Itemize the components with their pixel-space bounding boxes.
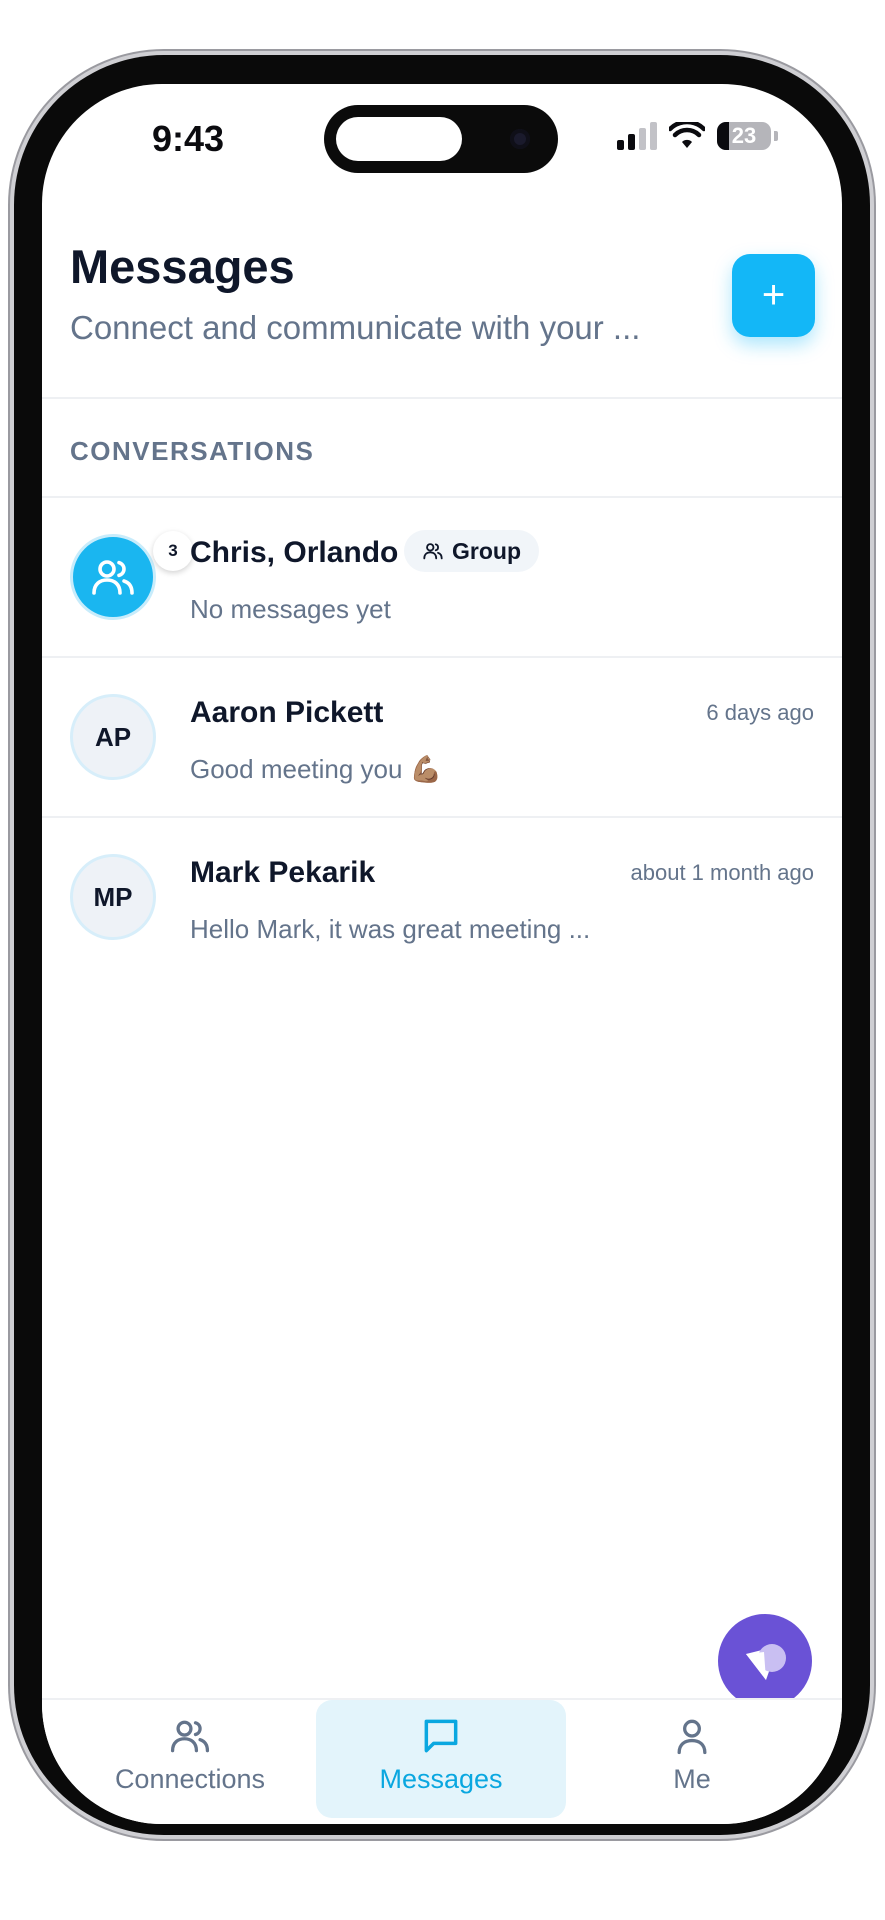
conversation-row-aaron-pickett[interactable]: AP Aaron Pickett 6 days ago Good meeting…	[42, 658, 842, 816]
conversation-name: Chris, Orlando	[190, 536, 399, 569]
conversation-row-mark-pekarik[interactable]: MP Mark Pekarik about 1 month ago Hello …	[42, 818, 842, 976]
conversation-name: Aaron Pickett	[190, 696, 384, 729]
status-icons: 23	[617, 122, 778, 150]
wifi-icon	[669, 122, 705, 148]
battery-tip	[774, 131, 778, 141]
users-icon	[170, 1720, 210, 1753]
nav-label: Messages	[379, 1764, 503, 1794]
person-icon	[677, 1719, 707, 1755]
section-label: CONVERSATIONS	[70, 436, 315, 466]
new-conversation-button[interactable]: +	[732, 254, 815, 337]
group-chip-label: Group	[452, 537, 521, 564]
chat-bubble-icon	[746, 1644, 786, 1680]
conversation-row-chris-orlando[interactable]: 3 Chris, Orlando Group No messages yet	[42, 498, 842, 656]
phone-screen: 9:43 23 Messages Connect and communicate…	[42, 84, 842, 1824]
header-divider	[42, 397, 842, 399]
status-time: 9:43	[152, 118, 225, 159]
conversation-name: Mark Pekarik	[190, 856, 376, 889]
nav-messages[interactable]: Messages	[316, 1700, 566, 1818]
conversation-time: 6 days ago	[706, 700, 814, 725]
dynamic-island	[324, 105, 558, 173]
signal-icon	[617, 122, 657, 150]
nav-label: Me	[673, 1764, 711, 1794]
nav-me[interactable]: Me	[567, 1700, 817, 1818]
conversation-preview: Good meeting you 💪🏽	[190, 754, 443, 784]
help-chat-button[interactable]	[718, 1614, 812, 1708]
conversation-preview: Hello Mark, it was great meeting ...	[190, 914, 591, 944]
message-icon	[424, 1719, 458, 1753]
nav-label: Connections	[114, 1764, 266, 1794]
bottom-nav: Connections Messages Me	[42, 1698, 842, 1824]
page-subtitle: Connect and communicate with your ...	[70, 309, 641, 346]
island-activity	[336, 117, 462, 161]
conversation-time: about 1 month ago	[630, 860, 814, 885]
users-icon	[92, 560, 134, 595]
battery-level: 23	[731, 123, 757, 148]
avatar: AP	[70, 694, 156, 780]
battery-icon: 23	[717, 122, 771, 150]
member-count-badge: 3	[153, 531, 193, 571]
avatar: MP	[70, 854, 156, 940]
plus-icon: +	[761, 273, 786, 317]
users-icon	[423, 543, 443, 560]
group-chip: Group	[404, 530, 539, 572]
nav-connections[interactable]: Connections	[65, 1700, 315, 1818]
page-title: Messages	[70, 240, 295, 293]
camera-icon	[510, 129, 530, 149]
conversation-preview: No messages yet	[190, 594, 391, 624]
group-avatar: 3	[70, 531, 193, 620]
